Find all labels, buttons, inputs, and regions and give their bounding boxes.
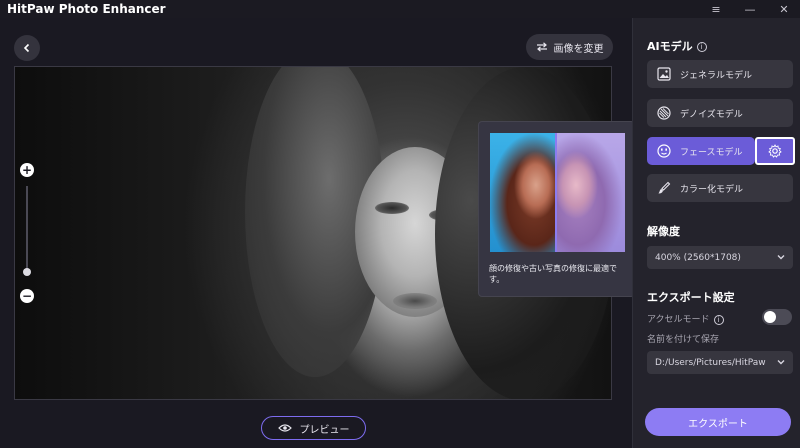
app-title: HitPaw Photo Enhancer	[7, 2, 166, 16]
zoom-slider-thumb[interactable]	[23, 268, 31, 276]
image-icon	[656, 66, 672, 82]
face-icon	[656, 143, 672, 159]
model-colorize-button[interactable]: カラー化モデル	[647, 174, 793, 202]
back-button[interactable]	[14, 35, 40, 61]
save-as-label: 名前を付けて保存	[647, 335, 720, 345]
settings-panel: AIモデル i ジェネラルモデル デノイズモデル フェースモデル カラー化モデル …	[632, 18, 800, 448]
left-eye-shape	[375, 202, 409, 214]
model-face-label: フェースモデル	[680, 147, 743, 158]
ai-model-title: AIモデル	[647, 40, 693, 53]
preview-label: プレビュー	[299, 424, 350, 436]
tooltip-caption: 顔の修復や古い写真の修復に最適です。	[489, 264, 617, 284]
model-face-button[interactable]: フェースモデル	[647, 137, 755, 165]
export-settings-title: エクスポート設定	[647, 291, 735, 304]
face-model-settings-button[interactable]	[755, 137, 795, 165]
resolution-value: 400% (2560*1708)	[655, 252, 741, 263]
model-tooltip: 顔の修復や古い写真の修復に最適です。	[478, 121, 635, 297]
change-image-button[interactable]: 画像を変更	[526, 34, 613, 60]
before-image	[490, 133, 556, 252]
export-label: エクスポート	[688, 418, 748, 430]
title-bar: HitPaw Photo Enhancer ≡ — ✕	[0, 0, 800, 18]
menu-icon[interactable]: ≡	[703, 0, 729, 18]
swap-icon	[536, 42, 547, 52]
model-general-label: ジェネラルモデル	[680, 70, 753, 81]
chevron-down-icon	[777, 360, 785, 365]
minimize-icon[interactable]: —	[737, 0, 763, 18]
preview-button[interactable]: プレビュー	[261, 416, 366, 440]
lips-shape	[393, 293, 437, 309]
zoom-slider-track[interactable]	[26, 186, 28, 274]
zoom-in-button[interactable]: +	[20, 163, 34, 177]
model-general-button[interactable]: ジェネラルモデル	[647, 60, 793, 88]
save-path-value: D:/Users/Pictures/HitPaw	[655, 357, 766, 368]
compare-divider	[555, 133, 557, 252]
brush-icon	[656, 180, 672, 196]
info-icon[interactable]: i	[696, 42, 707, 52]
resolution-title: 解像度	[647, 225, 680, 238]
model-denoise-button[interactable]: デノイズモデル	[647, 99, 793, 127]
export-button[interactable]: エクスポート	[645, 408, 791, 436]
chevron-down-icon	[777, 255, 785, 260]
toggle-knob	[764, 311, 776, 323]
eye-icon	[277, 424, 292, 432]
accel-mode-row: アクセルモード i	[647, 312, 724, 325]
resolution-dropdown[interactable]: 400% (2560*1708)	[647, 246, 793, 269]
ai-model-section-title: AIモデル i	[647, 38, 707, 54]
chevron-left-icon	[23, 43, 30, 53]
model-denoise-label: デノイズモデル	[680, 109, 743, 120]
accel-mode-label: アクセルモード	[647, 315, 710, 325]
save-path-dropdown[interactable]: D:/Users/Pictures/HitPaw	[647, 351, 793, 374]
denoise-icon	[656, 105, 672, 121]
after-image	[556, 133, 625, 252]
accel-mode-toggle[interactable]	[762, 309, 792, 325]
change-image-label: 画像を変更	[553, 43, 604, 55]
zoom-out-button[interactable]: −	[20, 289, 34, 303]
model-colorize-label: カラー化モデル	[680, 184, 744, 195]
before-after-image	[490, 133, 625, 252]
accel-info-icon[interactable]: i	[713, 314, 724, 325]
gear-icon	[768, 144, 782, 158]
close-icon[interactable]: ✕	[771, 0, 797, 18]
